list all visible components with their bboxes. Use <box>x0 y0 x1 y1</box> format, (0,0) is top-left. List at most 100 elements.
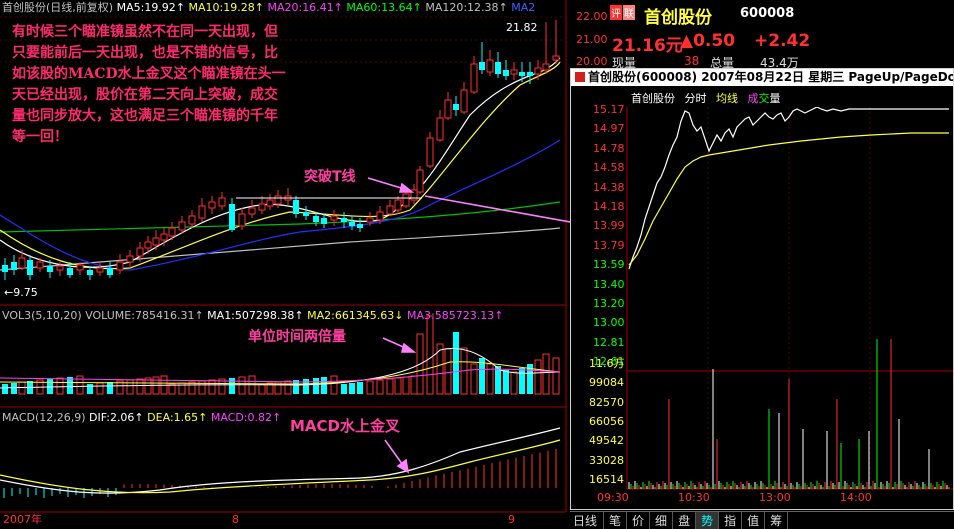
volume-bar <box>394 377 402 395</box>
intraday-tabs: 首创股份 分时 均线 成交量 <box>631 92 781 106</box>
volume-bar <box>534 359 542 395</box>
vol-value: VOLUME:785416.31↑ <box>85 309 204 322</box>
ma10-label: MA10:19.28↑ <box>188 1 264 14</box>
volume-bar <box>107 382 113 394</box>
intraday-tab-name[interactable]: 首创股份 <box>631 92 675 105</box>
volume-bar <box>542 353 550 395</box>
intraday-title: 首创股份(600008) 2007年08月22日 星期三 PageUp/Page… <box>588 70 953 84</box>
note-line: 如该股的MACD水上金叉这个瞄准镜在头一 <box>12 66 286 82</box>
macd-value: MACD:0.82↑ <box>210 411 282 424</box>
intraday-price-tick: 14.78 <box>593 141 625 155</box>
volume-bar <box>402 376 410 395</box>
intraday-tab-fenshi[interactable]: 分时 <box>685 92 707 105</box>
intraday-window[interactable]: 首创股份(600008) 2007年08月22日 星期三 PageUp/Page… <box>570 68 954 510</box>
price-axis-22: 22.00 <box>576 10 608 23</box>
volume-bar <box>126 379 134 395</box>
intraday-price-tick: 13.40 <box>593 277 625 291</box>
ma20-label: MA20:16.41↑ <box>267 1 343 14</box>
intraday-price-tick: 14.58 <box>593 161 625 175</box>
intraday-tab-jiao[interactable]: 交 <box>759 92 770 105</box>
quote-row2-mid: 38 <box>684 54 700 68</box>
volume-bar <box>2 384 8 394</box>
intraday-app-icon <box>575 72 585 82</box>
bottom-tab-bar: 日线笔价细盘势指值筹 <box>570 511 954 529</box>
bottom-tab[interactable]: 笔 <box>604 512 628 529</box>
volume-bar <box>208 379 216 395</box>
intraday-chart[interactable] <box>571 107 953 509</box>
volume-bar <box>519 368 525 394</box>
volume-header: VOL3(5,10,20) VOLUME:785416.31↑ MA1:5072… <box>2 309 503 323</box>
volume-bar <box>238 376 246 395</box>
volume-bar <box>136 378 144 395</box>
quote-change: ▲0.50 <box>680 31 736 51</box>
intraday-tab-cheng[interactable]: 成 <box>748 92 759 105</box>
intraday-price-tick: 13.00 <box>593 316 625 330</box>
annotation-volume-double: 单位时间两倍量 <box>248 329 346 345</box>
intraday-time-1400: 14:00 <box>840 491 872 504</box>
annotation-macd-cross: MACD水上金叉 <box>290 417 400 435</box>
low-label: ←9.75 <box>4 286 38 299</box>
note-line: 只要能前后一天出现，也是不错的信号，比 <box>12 45 278 61</box>
intraday-tab-junxian[interactable]: 均线 <box>716 92 738 105</box>
intraday-tab-liang[interactable]: 量 <box>770 92 781 105</box>
date-axis: 2007年 8 9 <box>0 513 566 528</box>
price-axis-21: 21.00 <box>576 33 608 46</box>
kline-header: 首创股份(日线,前复权) MA5:19.92↑ MA10:19.28↑ MA20… <box>2 1 535 15</box>
intraday-price-tick: 13.99 <box>593 219 625 233</box>
bottom-tab[interactable]: 盘 <box>673 512 697 529</box>
volume-bar <box>426 315 434 395</box>
bottom-tab[interactable]: 筹 <box>765 512 789 529</box>
volume-bar <box>470 363 478 395</box>
intraday-volume-tick: 49542 <box>589 434 624 448</box>
volume-bar <box>410 375 418 395</box>
volume-bar <box>96 382 104 395</box>
intraday-price-tick: 14.18 <box>593 200 625 213</box>
bottom-tab[interactable]: 日线 <box>570 512 605 529</box>
volume-bar <box>330 375 338 395</box>
quote-badge-ping[interactable]: 评 <box>610 5 622 20</box>
price-axis-20: 20.00 <box>576 55 608 68</box>
volume-bar <box>313 378 319 394</box>
intraday-time-1300: 13:00 <box>759 491 791 504</box>
intraday-price-tick: 12.81 <box>593 335 625 349</box>
ma2-label: MA2 <box>511 1 536 14</box>
volume-bar <box>349 383 355 394</box>
quote-panel: 评 联 首创股份 600008 21.16元 ▲0.50 +2.42 现量 38… <box>610 3 954 70</box>
volume-bar <box>453 332 459 394</box>
volume-bar <box>376 379 384 395</box>
intraday-time-1030: 10:30 <box>678 491 710 504</box>
volume-bar <box>178 382 186 395</box>
bottom-tab[interactable]: 细 <box>650 512 674 529</box>
annotation-breakout: 突破T线 <box>304 169 356 185</box>
intraday-volume-tick: 99084 <box>589 376 624 390</box>
volume-bar <box>188 381 196 395</box>
intraday-price-tick: 13.59 <box>593 258 625 272</box>
volume-bar <box>303 379 309 394</box>
intraday-price-tick: 13.20 <box>593 297 625 310</box>
note-line: 等一回！ <box>12 129 68 145</box>
volume-bar <box>366 380 374 395</box>
intraday-time-0930: 09:30 <box>597 491 629 504</box>
macd-title: MACD(12,26,9) <box>2 411 86 424</box>
bottom-tab[interactable]: 价 <box>627 512 651 529</box>
vol-ma3: MA3:585723.13↑ <box>407 309 504 322</box>
date-label-9: 9 <box>508 513 515 526</box>
date-label-2007: 2007年 <box>3 513 42 526</box>
intraday-volume-tick: 11.6万 <box>589 357 625 370</box>
macd-header: MACD(12,26,9) DIF:2.06↑ DEA:1.65↑ MACD:0… <box>2 411 281 425</box>
bottom-tab[interactable]: 指 <box>719 512 743 529</box>
intraday-price-tick: 14.97 <box>593 122 625 136</box>
bottom-tab[interactable]: 值 <box>742 512 766 529</box>
intraday-volume-tick: 33028 <box>589 453 624 467</box>
volume-bar <box>67 377 73 394</box>
candle <box>416 166 424 194</box>
ma120-label: MA120:12.38↑ <box>425 1 508 14</box>
volume-bar <box>47 379 53 394</box>
macd-dea: DEA:1.65↑ <box>147 411 208 424</box>
quote-badge-lian[interactable]: 联 <box>623 5 635 20</box>
volume-bar <box>486 363 494 395</box>
intraday-title-bar[interactable]: 首创股份(600008) 2007年08月22日 星期三 PageUp/Page… <box>571 69 953 86</box>
bottom-tab[interactable]: 势 <box>696 512 720 529</box>
vol-ma1: MA1:507298.38↑ <box>207 309 304 322</box>
volume-bar <box>284 380 292 395</box>
